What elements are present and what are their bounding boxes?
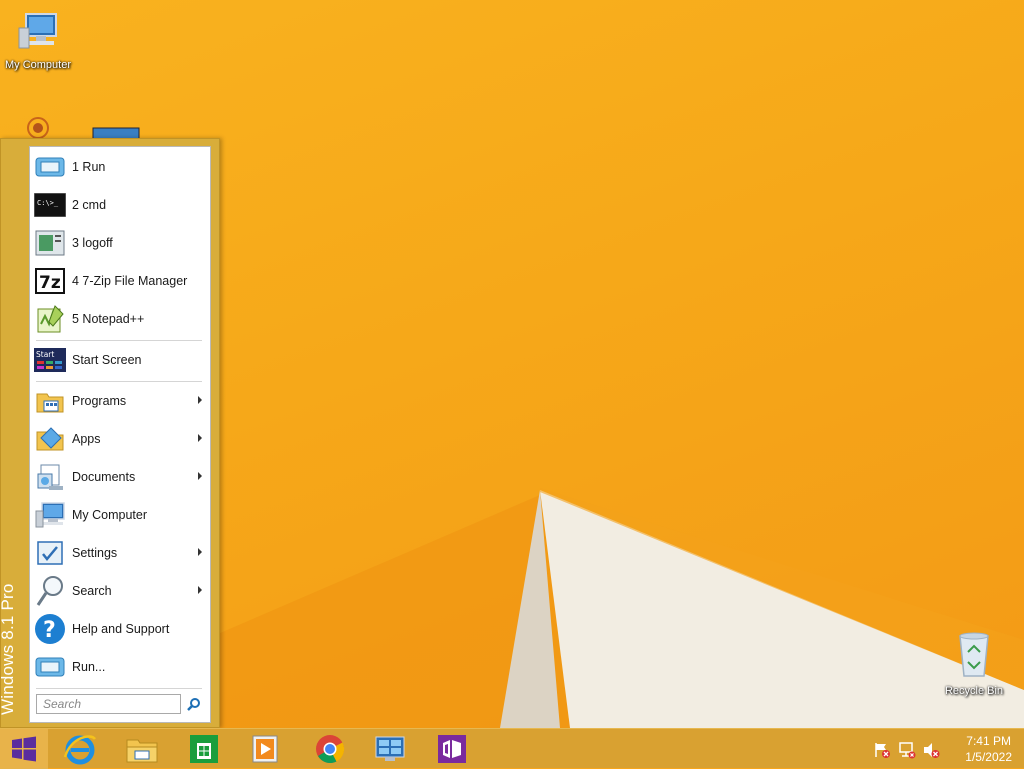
menu-separator [36, 340, 202, 341]
internet-explorer-icon [63, 735, 97, 765]
logoff-icon [35, 230, 65, 256]
menu-item-label: Run... [72, 660, 106, 674]
menu-item-label: 5 Notepad++ [72, 312, 145, 326]
recent-item-7zip[interactable]: 7z 4 7-Zip File Manager [34, 263, 206, 299]
start-screen-icon-text: Start [36, 350, 54, 359]
menu-item-label: Search [72, 584, 112, 598]
cmd-icon: C:\>_ [34, 193, 66, 217]
speaker-muted-icon[interactable] [922, 741, 940, 759]
visual-studio-icon [438, 735, 466, 763]
control-panel-icon [375, 736, 405, 761]
submenu-arrow-icon [198, 434, 202, 442]
recent-item-run[interactable]: 1 Run [34, 149, 206, 185]
desktop-icon-my-computer[interactable]: My Computer [0, 10, 80, 71]
taskbar-file-explorer[interactable] [120, 731, 164, 767]
start-menu-panel: 1 Run C:\>_ 2 cmd 3 logoff 7z 4 7-Zip Fi… [29, 146, 211, 723]
recent-item-cmd[interactable]: C:\>_ 2 cmd [34, 187, 206, 223]
help-icon: ? [35, 614, 65, 644]
menu-item-search[interactable]: Search [34, 573, 206, 609]
submenu-arrow-icon [198, 586, 202, 594]
recent-item-notepadpp[interactable]: 5 Notepad++ [34, 301, 206, 337]
os-edition-label: Windows 8.1 Pro [0, 583, 17, 716]
desktop-icon-label: Recycle Bin [944, 685, 1004, 697]
menu-item-label: Help and Support [72, 622, 170, 636]
menu-separator [36, 688, 202, 689]
submenu-arrow-icon [198, 396, 202, 404]
run-icon [35, 157, 65, 177]
recycle-bin-icon [959, 632, 989, 677]
menu-item-apps[interactable]: Apps [34, 421, 206, 457]
menu-item-label: 1 Run [72, 160, 106, 174]
settings-icon [37, 541, 63, 565]
menu-item-label: Settings [72, 546, 118, 560]
menu-item-run[interactable]: Run... [34, 649, 206, 685]
documents-icon [37, 464, 63, 490]
clock-date: 1/5/2022 [965, 750, 1012, 764]
notepadpp-icon [37, 305, 64, 333]
taskbar-control-panel[interactable] [368, 731, 412, 767]
desktop-icon-recycle-bin[interactable]: Recycle Bin [932, 630, 1016, 697]
svg-text:?: ? [43, 618, 56, 643]
menu-item-label: Programs [72, 394, 127, 408]
desktop-icon-label: My Computer [4, 59, 72, 71]
sunflower-icon[interactable] [16, 110, 60, 140]
submenu-arrow-icon [198, 472, 202, 480]
computer-icon [18, 13, 57, 49]
start-menu: Windows 8.1 Pro 1 Run C:\>_ 2 cmd 3 logo… [0, 138, 220, 728]
svg-text:C:\>_: C:\>_ [37, 199, 59, 207]
submenu-arrow-icon [198, 548, 202, 556]
menu-item-label: Apps [72, 432, 101, 446]
menu-item-documents[interactable]: Documents [34, 459, 206, 495]
chrome-icon [316, 735, 345, 764]
taskbar-visual-studio[interactable] [430, 731, 474, 767]
clock-time: 7:41 PM [966, 734, 1011, 748]
menu-item-label: 3 logoff [72, 236, 113, 250]
system-clock[interactable]: 7:41 PM 1/5/2022 [965, 733, 1012, 765]
menu-item-start-screen[interactable]: Start Start Screen [34, 342, 206, 378]
taskbar: 7:41 PM 1/5/2022 [0, 728, 1024, 769]
taskbar-media-player[interactable] [243, 731, 287, 767]
windows-logo-icon [12, 736, 36, 762]
folder-icon [126, 739, 158, 763]
store-icon [190, 735, 218, 763]
menu-item-label: 4 7-Zip File Manager [72, 274, 188, 288]
action-center-flag-icon[interactable] [873, 741, 891, 759]
taskbar-chrome[interactable] [308, 731, 352, 767]
network-icon[interactable] [898, 741, 916, 759]
magnifier-icon [187, 698, 200, 711]
menu-item-my-computer[interactable]: My Computer [34, 497, 206, 533]
apps-icon [36, 427, 64, 451]
search-icon [36, 576, 63, 606]
svg-text:7z: 7z [39, 273, 61, 293]
programs-icon [36, 393, 64, 413]
taskbar-store[interactable] [182, 731, 226, 767]
start-screen-icon: Start [34, 348, 66, 372]
taskbar-internet-explorer[interactable] [58, 731, 102, 767]
7zip-icon: 7z [35, 268, 65, 294]
start-search-input[interactable] [36, 694, 181, 714]
menu-item-label: My Computer [72, 508, 148, 522]
menu-item-label: 2 cmd [72, 198, 107, 212]
menu-item-help[interactable]: ? Help and Support [34, 611, 206, 647]
search-go-button[interactable] [185, 695, 203, 713]
run-icon [35, 657, 65, 677]
recent-item-logoff[interactable]: 3 logoff [34, 225, 206, 261]
computer-icon [35, 502, 65, 528]
menu-item-settings[interactable]: Settings [34, 535, 206, 571]
menu-item-label: Documents [72, 470, 136, 484]
start-button[interactable] [0, 729, 48, 769]
media-player-icon [252, 735, 278, 763]
start-menu-banner: Windows 8.1 Pro [0, 139, 29, 729]
menu-item-programs[interactable]: Programs [34, 383, 206, 419]
menu-item-label: Start Screen [72, 353, 142, 367]
menu-separator [36, 381, 202, 382]
